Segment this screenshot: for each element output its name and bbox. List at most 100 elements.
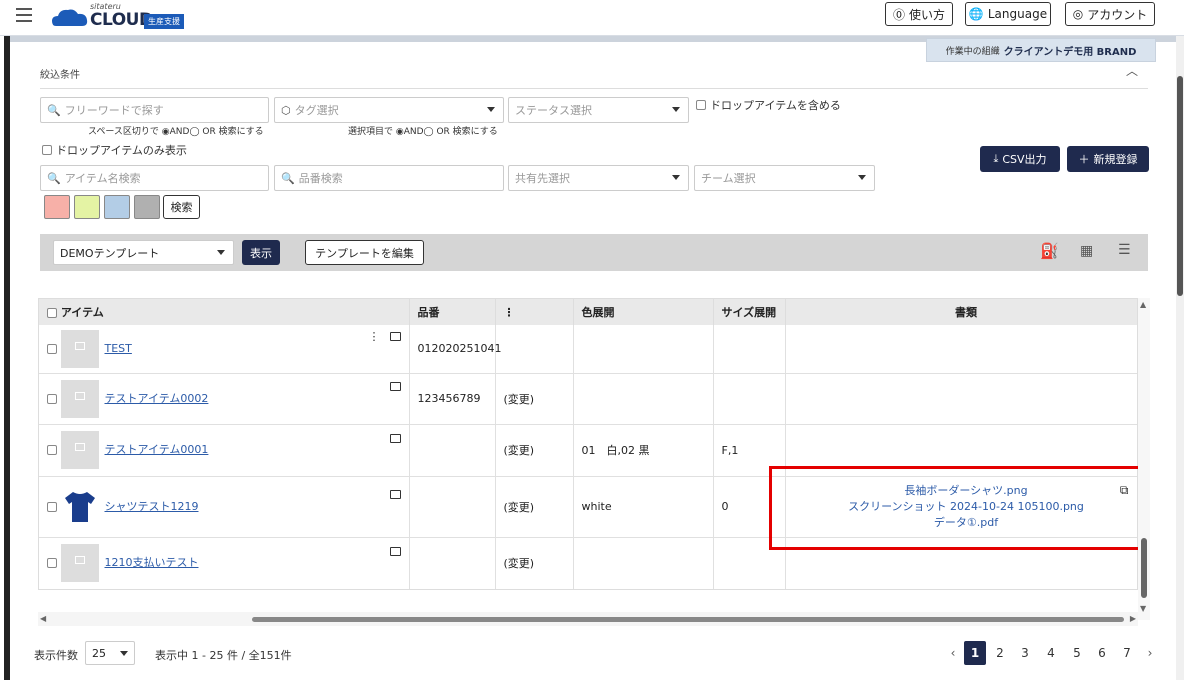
comment-icon[interactable] [389, 488, 401, 501]
partno-cell [409, 537, 496, 589]
app-logo[interactable]: sitateru CLOUD 生産支援 [52, 2, 192, 34]
scroll-right-arrow-icon[interactable]: ▶ [1130, 614, 1136, 623]
docs-cell [785, 325, 1137, 374]
search-button[interactable]: 検索 [163, 195, 200, 219]
tag-select[interactable]: ⬡ タグ選択 [274, 97, 504, 123]
scroll-up-arrow-icon[interactable]: ▲ [1140, 300, 1146, 309]
change-cell[interactable] [495, 325, 574, 374]
item-link[interactable]: テストアイテム0001 [105, 443, 209, 456]
header-color[interactable]: 色展開 [573, 299, 714, 325]
item-link[interactable]: テストアイテム0002 [105, 392, 209, 405]
page-1[interactable]: 1 [964, 641, 986, 665]
include-drop-label: ドロップアイテムを含める [710, 99, 841, 112]
tag-placeholder: タグ選択 [294, 104, 339, 117]
row-checkbox[interactable] [47, 501, 57, 512]
item-link[interactable]: TEST [105, 342, 132, 355]
team-placeholder: チーム選択 [701, 172, 756, 185]
scroll-thumb[interactable] [1141, 538, 1147, 598]
color-swatch-blue[interactable] [104, 195, 130, 219]
table-horizontal-scrollbar[interactable]: ◀ ▶ [38, 612, 1138, 626]
account-label: アカウント [1087, 7, 1148, 22]
show-template-button[interactable]: 表示 [242, 240, 280, 265]
header-partno[interactable]: 品番 [409, 299, 496, 325]
hamburger-menu-icon[interactable] [16, 8, 32, 22]
change-cell[interactable]: (変更) [495, 424, 574, 477]
page-scroll-thumb[interactable] [1177, 76, 1183, 296]
page-7[interactable]: 7 [1116, 641, 1138, 665]
layout-grid-icon[interactable]: ▦ [1080, 243, 1093, 259]
page-3[interactable]: 3 [1014, 641, 1036, 665]
only-drop-label: ドロップアイテムのみ表示 [56, 144, 187, 157]
search-icon: 🔍 [47, 103, 61, 117]
account-button[interactable]: ◎ アカウント [1065, 2, 1155, 26]
item-thumbnail-placeholder[interactable] [60, 431, 99, 469]
tag-andor-hint[interactable]: 選択項目で ◉AND◯ OR 検索にする [348, 124, 498, 137]
comment-icon[interactable]: ⋮ [369, 330, 401, 343]
scroll-down-arrow-icon[interactable]: ▼ [1140, 604, 1146, 613]
freeword-andor-hint[interactable]: スペース区切りで ◉AND◯ OR 検索にする [88, 124, 264, 137]
row-checkbox[interactable] [47, 393, 57, 404]
prev-page-chevron-icon[interactable]: ‹ [942, 641, 964, 665]
page-6[interactable]: 6 [1091, 641, 1113, 665]
paint-bucket-icon[interactable]: ⛽ [1040, 242, 1059, 260]
language-button[interactable]: 🌐 Language [965, 2, 1051, 26]
page-4[interactable]: 4 [1040, 641, 1062, 665]
color-swatch-yellow[interactable] [74, 195, 100, 219]
include-drop-checkbox[interactable]: ドロップアイテムを含める [696, 97, 841, 113]
scroll-left-arrow-icon[interactable]: ◀ [40, 614, 46, 623]
item-thumbnail-placeholder[interactable] [60, 544, 99, 582]
collapse-chevron-icon[interactable]: ︿ [1126, 62, 1138, 79]
color-swatch-red[interactable] [44, 195, 70, 219]
help-button[interactable]: ⓪ 使い方 [885, 2, 953, 26]
template-select[interactable]: DEMOテンプレート [53, 240, 234, 265]
vertical-dots-icon[interactable]: ⋮ [504, 306, 515, 319]
comment-icon[interactable] [389, 431, 401, 444]
table-row: TEST ⋮ 012020251041 [39, 325, 1137, 374]
table-header-row: アイテム 品番 ⋮ 色展開 サイズ展開 書類 [39, 299, 1137, 325]
page-scrollbar[interactable] [1176, 36, 1184, 680]
tag-icon: ⬡ [281, 103, 291, 117]
row-checkbox[interactable] [47, 445, 57, 455]
header-column-menu[interactable]: ⋮ [495, 299, 574, 325]
tshirt-thumbnail[interactable] [60, 487, 99, 526]
item-link[interactable]: シャツテスト1219 [105, 500, 199, 513]
vertical-dots-icon[interactable]: ⋮ [369, 330, 380, 343]
per-page-select[interactable]: 25 [85, 641, 135, 665]
csv-label: CSV出力 [1002, 153, 1047, 166]
freeword-input[interactable]: 🔍 フリーワードで探す [40, 97, 269, 123]
comment-icon[interactable] [389, 380, 401, 393]
team-select[interactable]: チーム選択 [694, 165, 875, 191]
scroll-thumb[interactable] [252, 617, 1124, 622]
edit-template-button[interactable]: テンプレートを編集 [305, 240, 424, 265]
new-register-button[interactable]: ＋新規登録 [1067, 146, 1149, 172]
checkbox-box[interactable] [696, 100, 706, 110]
item-name-search-input[interactable]: 🔍 アイテム名検索 [40, 165, 269, 191]
csv-export-button[interactable]: ⤓ CSV出力 [980, 146, 1060, 172]
select-all-checkbox[interactable] [47, 308, 57, 318]
item-thumbnail-placeholder[interactable] [60, 379, 99, 418]
change-cell[interactable]: (変更) [495, 537, 574, 589]
chevron-down-icon [858, 175, 866, 180]
header-item[interactable]: アイテム [39, 299, 410, 325]
next-page-chevron-icon[interactable]: › [1139, 641, 1161, 665]
color-swatch-gray[interactable] [134, 195, 160, 219]
page-2[interactable]: 2 [989, 641, 1011, 665]
page-5[interactable]: 5 [1066, 641, 1088, 665]
table-vertical-scrollbar[interactable]: ▲ ▼ [1138, 298, 1150, 620]
header-docs[interactable]: 書類 [785, 299, 1137, 325]
row-checkbox[interactable] [47, 343, 57, 354]
change-cell[interactable]: (変更) [495, 476, 574, 538]
share-select[interactable]: 共有先選択 [508, 165, 689, 191]
header-size[interactable]: サイズ展開 [713, 299, 786, 325]
only-drop-checkbox[interactable]: ドロップアイテムのみ表示 [42, 142, 187, 158]
part-number-search-input[interactable]: 🔍 品番検索 [274, 165, 504, 191]
item-link[interactable]: 1210支払いテスト [105, 556, 199, 569]
sort-lines-icon[interactable]: ☰ [1118, 242, 1131, 258]
globe-icon: 🌐 [968, 7, 984, 21]
item-thumbnail-placeholder[interactable] [60, 329, 99, 368]
status-select[interactable]: ステータス選択 [508, 97, 689, 123]
row-checkbox[interactable] [47, 558, 57, 568]
change-cell[interactable]: (変更) [495, 373, 574, 425]
comment-icon[interactable] [389, 544, 401, 557]
checkbox-box[interactable] [42, 145, 52, 155]
